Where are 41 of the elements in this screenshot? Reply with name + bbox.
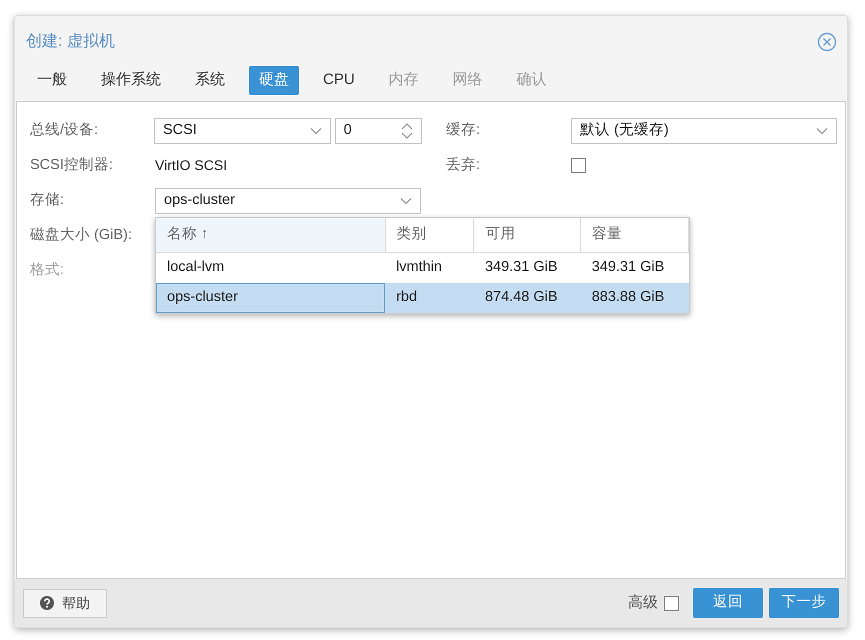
help-icon (40, 596, 54, 610)
field-label: 缓存: (446, 120, 482, 140)
column-header[interactable]: 类别 (385, 218, 474, 252)
field-label: 格式: (30, 260, 66, 280)
bus-select[interactable]: SCSI (154, 118, 331, 144)
advanced-checkbox[interactable] (664, 596, 679, 610)
table-cell: local-lvm (156, 252, 386, 282)
close-icon[interactable] (817, 32, 837, 52)
field-label: 磁盘大小 (GiB): (30, 226, 133, 245)
field-value: VirtIO SCSI (155, 156, 228, 175)
caret-icon (400, 196, 412, 204)
table-cell: lvmthin (385, 252, 474, 282)
table-row[interactable]: local-lvm lvmthin 349.31 GiB 349.31 GiB (156, 252, 688, 282)
table-cell: 874.48 GiB (474, 282, 581, 312)
field-label: 丢弃: (446, 156, 482, 175)
column-header[interactable]: 容量 (580, 218, 688, 252)
cache-select[interactable]: 默认 (无缓存) (571, 118, 837, 144)
advanced-label: 高级 (628, 592, 658, 613)
caret-icon (310, 126, 322, 134)
discard-checkbox[interactable] (571, 158, 586, 173)
spinner-arrows-icon (400, 120, 413, 140)
table-cell: ops-cluster (156, 282, 386, 312)
table-row[interactable]: ops-cluster rbd 874.48 GiB 883.88 GiB (156, 282, 688, 312)
field-label: 存储: (30, 190, 66, 210)
storage-select[interactable]: ops-cluster (155, 188, 421, 214)
spinner-field[interactable]: 0 (334, 118, 422, 144)
field-label: 总线/设备: (30, 120, 100, 140)
tab[interactable]: 一般 (27, 66, 77, 94)
column-header[interactable]: 可用 (474, 218, 581, 252)
table-cell: rbd (385, 282, 474, 312)
tab[interactable]: 操作系统 (91, 66, 171, 94)
table-cell: 349.31 GiB (580, 252, 688, 282)
tab[interactable]: 系统 (185, 66, 235, 94)
window-title: 创建: 虚拟机 (26, 32, 115, 52)
field-label: SCSI控制器: (30, 156, 114, 175)
table-cell: 883.88 GiB (580, 282, 688, 312)
tab[interactable]: CPU (313, 66, 365, 94)
caret-icon (816, 126, 828, 134)
table-cell: 349.31 GiB (474, 252, 581, 282)
help-button[interactable]: 帮助 (23, 588, 107, 618)
column-header[interactable]: 名称 ↑ (156, 218, 386, 252)
